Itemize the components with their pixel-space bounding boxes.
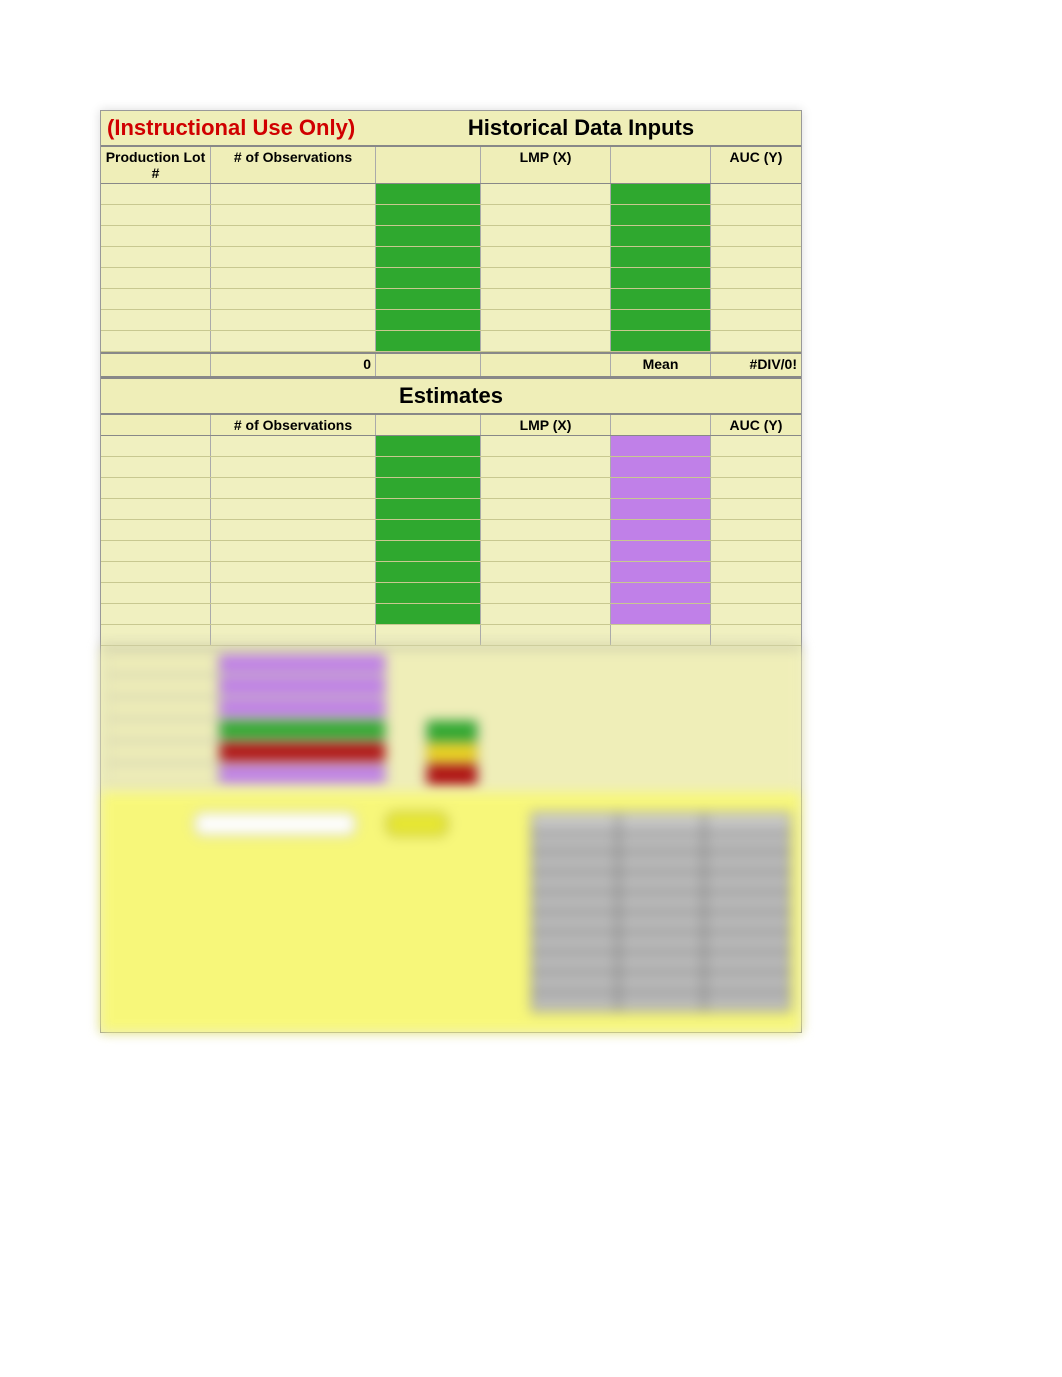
table-row[interactable] <box>101 247 801 268</box>
historical-column-headers: Production Lot # # of Observations LMP (… <box>101 147 801 184</box>
table-row[interactable] <box>101 583 801 604</box>
table-row[interactable] <box>101 436 801 457</box>
instructional-label: (Instructional Use Only) <box>107 115 367 141</box>
summary-block <box>101 646 801 792</box>
table-row[interactable] <box>101 205 801 226</box>
footer-total-obs: 0 <box>211 354 376 376</box>
page-title: Historical Data Inputs <box>367 115 795 141</box>
table-row[interactable] <box>101 226 801 247</box>
table-row[interactable] <box>101 520 801 541</box>
table-row[interactable] <box>101 604 801 625</box>
header-auc: AUC (Y) <box>711 147 801 183</box>
results-table <box>531 812 791 1012</box>
header-observations: # of Observations <box>211 147 376 183</box>
table-row[interactable] <box>101 457 801 478</box>
table-row <box>101 625 801 646</box>
estimates-title: Estimates <box>101 377 801 415</box>
historical-data-grid <box>101 184 801 352</box>
spreadsheet-root: (Instructional Use Only) Historical Data… <box>100 110 802 1033</box>
computation-panel <box>101 792 801 1032</box>
title-row: (Instructional Use Only) Historical Data… <box>101 111 801 147</box>
table-row[interactable] <box>101 289 801 310</box>
est-header-blank2 <box>611 415 711 435</box>
header-production-lot: Production Lot # <box>101 147 211 183</box>
estimates-column-headers: # of Observations LMP (X) AUC (Y) <box>101 415 801 436</box>
table-row[interactable] <box>101 562 801 583</box>
est-header-lmp: LMP (X) <box>481 415 611 435</box>
footer-mean-label: Mean <box>611 354 711 376</box>
est-header-auc: AUC (Y) <box>711 415 801 435</box>
table-row[interactable] <box>101 184 801 205</box>
header-blank1 <box>376 147 481 183</box>
header-lmp: LMP (X) <box>481 147 611 183</box>
compute-button[interactable] <box>386 812 448 836</box>
table-row[interactable] <box>101 499 801 520</box>
footer-mean-value: #DIV/0! <box>711 354 801 376</box>
est-header-blank <box>101 415 211 435</box>
estimates-data-grid <box>101 436 801 646</box>
table-row[interactable] <box>101 310 801 331</box>
historical-footer-row: 0 Mean #DIV/0! <box>101 352 801 377</box>
header-blank2 <box>611 147 711 183</box>
table-row[interactable] <box>101 541 801 562</box>
compute-input[interactable] <box>194 812 356 836</box>
est-header-observations: # of Observations <box>211 415 376 435</box>
table-row[interactable] <box>101 268 801 289</box>
table-row[interactable] <box>101 331 801 352</box>
table-row[interactable] <box>101 478 801 499</box>
est-header-blank1 <box>376 415 481 435</box>
